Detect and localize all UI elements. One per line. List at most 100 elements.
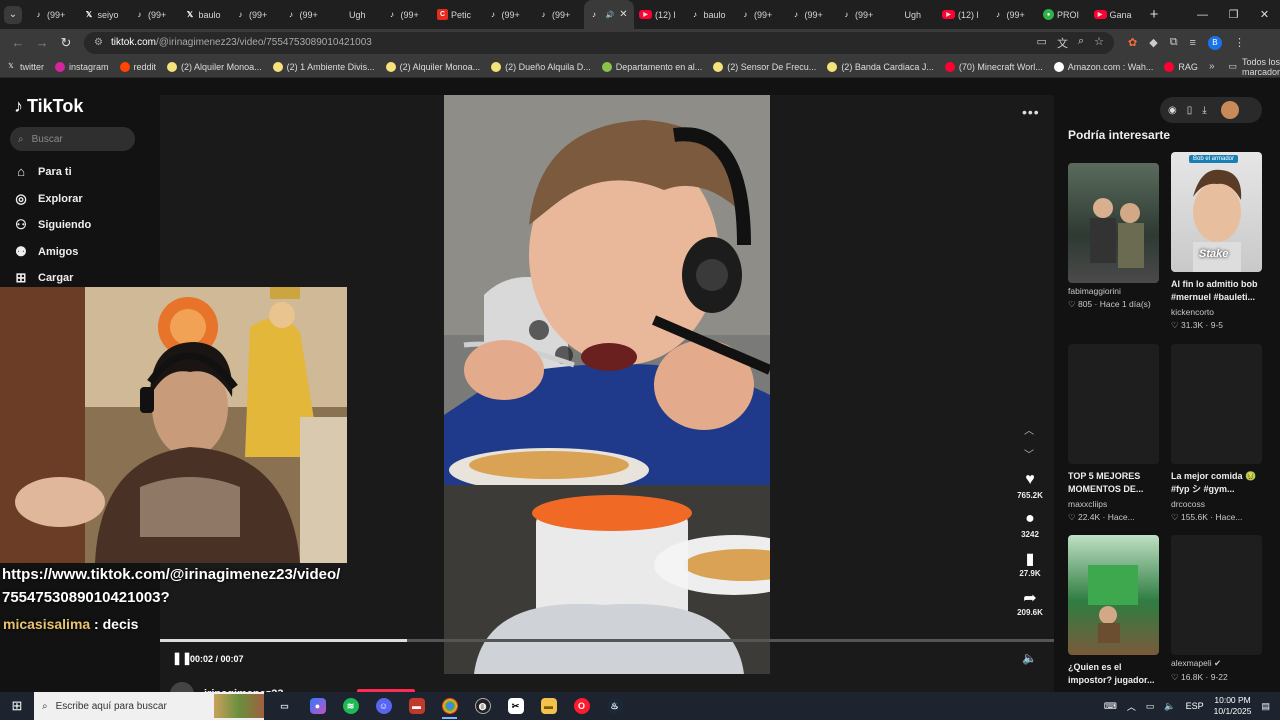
notifications-icon[interactable]: ▤ xyxy=(1261,701,1270,712)
back-button[interactable]: ← xyxy=(6,35,30,50)
video-thumbnail[interactable] xyxy=(1068,535,1159,655)
network-icon[interactable]: ▭ xyxy=(1146,701,1155,712)
opera-icon[interactable]: O xyxy=(565,692,598,720)
bookmark-item[interactable]: (2) 1 Ambiente Divis... xyxy=(272,61,375,72)
browser-tab[interactable]: ▶ (12) l xyxy=(937,0,988,29)
browser-tab[interactable]: ● PROI xyxy=(1038,0,1089,29)
extension-2-icon[interactable]: ◆ xyxy=(1149,36,1157,49)
recommended-video-card[interactable]: La mejor comida 🤢 #fyp シ #gym... drcocoss… xyxy=(1171,344,1262,523)
browser-tab[interactable]: ♪ (99+ xyxy=(28,0,79,29)
bookmark-item[interactable]: RAG xyxy=(1164,61,1198,72)
tab-search-button[interactable]: ⌄ xyxy=(4,5,22,24)
translate-icon[interactable]: 文 xyxy=(1057,35,1068,51)
profile-avatar[interactable]: B xyxy=(1207,35,1222,50)
video-thumbnail[interactable]: Bob el armador Stake xyxy=(1171,152,1262,272)
nav-item-cargar[interactable]: ⊞ Cargar xyxy=(14,270,74,286)
spotify-icon[interactable]: ≋ xyxy=(334,692,367,720)
extensions-puzzle-icon[interactable]: ⧉ xyxy=(1170,36,1178,49)
close-window-button[interactable]: ✕ xyxy=(1249,0,1280,29)
more-options-icon[interactable]: ••• xyxy=(1022,104,1040,120)
like-button[interactable]: ♥ 765.2K xyxy=(1010,471,1050,500)
nav-item-siguiendo[interactable]: ⚇ Siguiendo xyxy=(14,217,91,233)
copilot-icon[interactable]: ● xyxy=(301,692,334,720)
browser-tab[interactable]: ♪ (99+ xyxy=(533,0,584,29)
share-button[interactable]: ➦ 209.6K xyxy=(1010,588,1050,617)
bookmark-item[interactable]: (70) Minecraft Worl... xyxy=(944,61,1043,72)
video-thumbnail[interactable] xyxy=(1068,163,1159,283)
video-frame[interactable] xyxy=(444,95,770,674)
zoom-icon[interactable]: ⌕ xyxy=(1078,35,1084,51)
next-video-icon[interactable]: ﹀ xyxy=(1024,446,1034,461)
taskbar-search[interactable]: ⌕ Escribe aquí para buscar xyxy=(34,692,264,720)
minimize-button[interactable]: — xyxy=(1187,0,1218,29)
browser-tab[interactable]: ♪ (99+ xyxy=(483,0,534,29)
browser-tab[interactable]: ▶ Gana xyxy=(1089,0,1140,29)
card-title[interactable]: TOP 5 MEJORES MOMENTOS DE... xyxy=(1068,470,1159,496)
video-progress-bar[interactable] xyxy=(160,639,1054,642)
nav-item-amigos[interactable]: ⚉ Amigos xyxy=(14,244,78,260)
task-view-icon[interactable]: ▭ xyxy=(268,692,301,720)
recommended-video-card[interactable]: TOP 5 MEJORES MOMENTOS DE... maxxcliips ♡ … xyxy=(1068,344,1159,523)
video-thumbnail[interactable] xyxy=(1068,344,1159,464)
volume-tray-icon[interactable]: 🔈 xyxy=(1164,701,1175,712)
bookmarks-overflow-icon[interactable]: » xyxy=(1209,61,1215,72)
bookmark-item[interactable]: reddit xyxy=(119,61,156,72)
browser-tab[interactable]: ♪ baulo xyxy=(685,0,736,29)
browser-tab[interactable]: ♪ (99+ xyxy=(988,0,1039,29)
coins-icon[interactable]: ◉ xyxy=(1168,105,1177,116)
card-title[interactable]: ¿Quien es el impostor? jugador... xyxy=(1068,661,1159,687)
keyboard-icon[interactable]: ⌨ xyxy=(1104,701,1117,712)
device-icon[interactable]: ▯ xyxy=(1187,105,1193,116)
card-title[interactable]: La mejor comida 🤢 #fyp シ #gym... xyxy=(1171,470,1262,496)
extension-icon[interactable]: ✿ xyxy=(1128,36,1137,49)
browser-tab[interactable]: Ugh xyxy=(887,0,938,29)
clock[interactable]: 10:00 PM 10/1/2025 xyxy=(1214,695,1252,717)
card-username[interactable]: fabimaggiorini xyxy=(1068,286,1159,296)
recommended-video-card[interactable]: fabimaggiorini ♡ 805 · Hace 1 día(s) xyxy=(1068,163,1159,310)
browser-tab[interactable]: C Petic xyxy=(432,0,483,29)
bookmark-item[interactable]: (2) Banda Cardiaca J... xyxy=(827,61,934,72)
bookmark-item[interactable]: Departamento en al... xyxy=(601,61,702,72)
browser-tab[interactable]: Ugh xyxy=(331,0,382,29)
bookmark-item[interactable]: instagram xyxy=(55,61,109,72)
card-username[interactable]: kickencorto xyxy=(1171,307,1262,317)
site-info-icon[interactable]: ⚙ xyxy=(94,37,103,48)
forward-button[interactable]: → xyxy=(30,35,54,50)
new-tab-button[interactable]: + xyxy=(1143,6,1165,23)
browser-tab[interactable]: ♪ (99+ xyxy=(230,0,281,29)
save-button[interactable]: ▮ 27.9K xyxy=(1010,549,1050,578)
bookmark-item[interactable]: 𝕏twitter xyxy=(6,62,44,72)
comment-button[interactable]: ● 3242 xyxy=(1010,510,1050,539)
video-thumbnail[interactable] xyxy=(1171,535,1262,655)
recommended-video-card[interactable]: alexmapeli ✔ ♡ 16.8K · 9-22 xyxy=(1171,535,1262,683)
media-controls-icon[interactable]: ≡ xyxy=(1190,37,1196,49)
bookmark-item[interactable]: Amazon.com : Wah... xyxy=(1053,61,1153,72)
browser-tab[interactable]: 𝕏seiyo xyxy=(79,0,130,29)
bookmark-item[interactable]: (2) Alquiler Monoa... xyxy=(385,61,480,72)
browser-tab[interactable]: ♪ (99+ xyxy=(836,0,887,29)
browser-tab[interactable]: 𝕏baulo xyxy=(180,0,231,29)
card-username[interactable]: drcocoss xyxy=(1171,499,1262,509)
user-avatar[interactable] xyxy=(1220,101,1239,119)
bookmark-item[interactable]: (2) Dueño Alquila D... xyxy=(491,61,591,72)
address-bar[interactable]: ⚙ tiktok.com/@irinagimenez23/video/75547… xyxy=(84,31,1114,54)
browser-tab[interactable]: ♪ 🔊 ✕ xyxy=(583,0,634,29)
file-explorer-icon[interactable]: ▬ xyxy=(532,692,565,720)
stream-app-icon[interactable]: ▬ xyxy=(400,692,433,720)
all-bookmarks-button[interactable]: ▭ Todos los marcadores xyxy=(1229,57,1280,77)
recommended-video-card[interactable]: ¿Quien es el impostor? jugador... xyxy=(1068,535,1159,687)
chrome-icon[interactable] xyxy=(433,692,466,720)
browser-tab[interactable]: ♪ (99+ xyxy=(281,0,332,29)
search-input[interactable]: ⌕ Buscar xyxy=(10,127,135,151)
bookmark-item[interactable]: (2) Alquiler Monoa... xyxy=(167,61,262,72)
recommended-video-card[interactable]: Bob el armador Stake Al fin lo admitio bob… xyxy=(1171,152,1262,331)
browser-tab[interactable]: ♪ (99+ xyxy=(382,0,433,29)
nav-item-para-ti[interactable]: ⌂ Para ti xyxy=(14,164,72,179)
obs-icon[interactable]: ◍ xyxy=(466,692,499,720)
steam-icon[interactable]: ♨ xyxy=(598,692,631,720)
discord-icon[interactable]: ☺ xyxy=(367,692,400,720)
previous-video-icon[interactable]: ︿ xyxy=(1024,422,1034,437)
tiktok-logo[interactable]: ♪ TikTok xyxy=(14,96,83,117)
capcut-icon[interactable]: ✂ xyxy=(499,692,532,720)
browser-tab[interactable]: ♪ (99+ xyxy=(786,0,837,29)
